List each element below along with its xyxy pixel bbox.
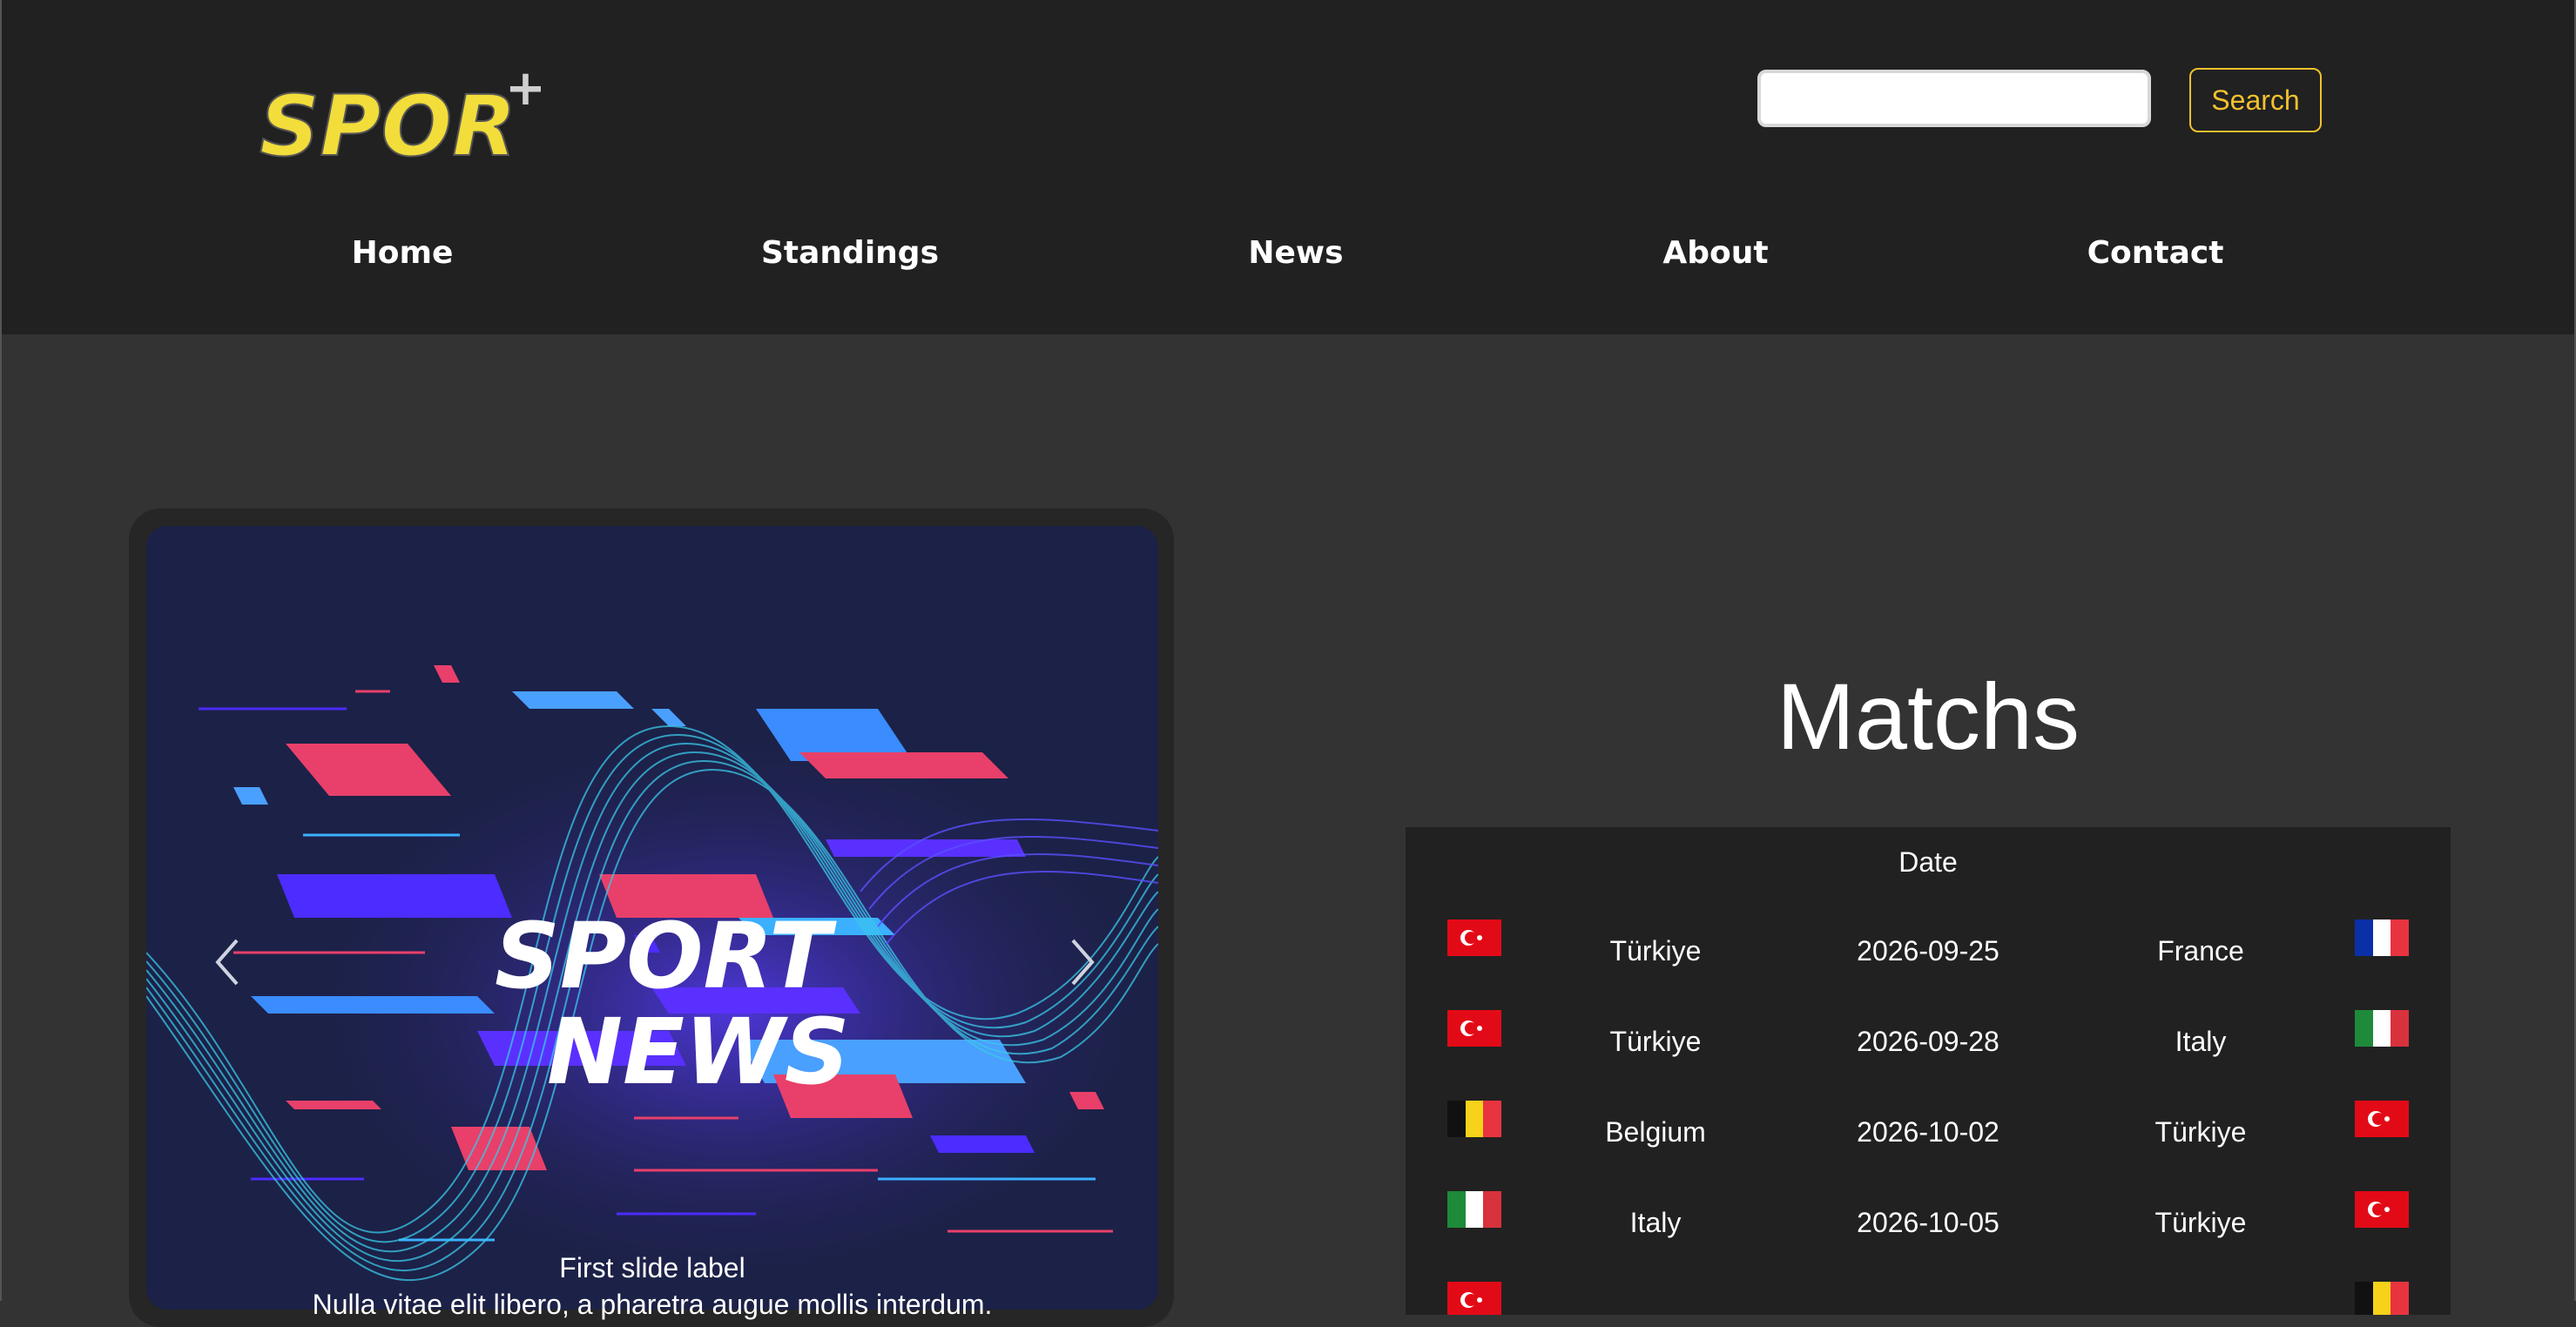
svg-text:NEWS: NEWS — [547, 999, 850, 1105]
sport-news-image: SPORT NEWS — [146, 526, 1158, 1310]
away-team: France — [2157, 935, 2244, 967]
match-row[interactable]: Italy 2026-10-05 Türkiye — [1406, 1153, 2451, 1243]
site-header: SPOR + Search Home Standings News About … — [0, 0, 2576, 334]
carousel-slide: SPORT NEWS — [146, 526, 1158, 1310]
nav-home[interactable]: Home — [352, 235, 454, 287]
away-team: Italy — [2175, 1026, 2227, 1057]
home-team: Türkiye — [1609, 1026, 1702, 1057]
site-logo[interactable]: SPOR + — [253, 61, 557, 165]
matches-table: Date Türkiye 2026-09-25 France Türkiye 2… — [1406, 827, 2451, 1315]
away-team: Türkiye — [2155, 1207, 2247, 1238]
carousel-prev-icon[interactable] — [206, 932, 249, 993]
match-row[interactable]: Türkiye 2026-09-28 Italy — [1406, 972, 2451, 1062]
nav-news[interactable]: News — [1248, 235, 1343, 287]
turkey-flag-icon — [2355, 1101, 2409, 1137]
match-row[interactable] — [1406, 1243, 2451, 1315]
match-date: 2026-09-28 — [1857, 1026, 1999, 1057]
france-flag-icon — [2355, 919, 2409, 956]
nav-about[interactable]: About — [1662, 235, 1768, 287]
belgium-flag-icon — [1447, 1101, 1501, 1137]
match-date: 2026-10-02 — [1857, 1116, 1999, 1148]
away-team: Türkiye — [2155, 1116, 2247, 1148]
svg-text:+: + — [505, 61, 546, 117]
svg-text:SPORT: SPORT — [495, 903, 837, 1009]
carousel-caption-text: Nulla vitae elit libero, a pharetra augu… — [312, 1289, 993, 1320]
matches-title: Matchs — [1776, 664, 2080, 769]
nav-contact[interactable]: Contact — [2087, 235, 2224, 287]
match-row[interactable]: Belgium 2026-10-02 Türkiye — [1406, 1062, 2451, 1153]
search-input[interactable] — [1757, 70, 2151, 127]
home-team: Belgium — [1605, 1116, 1706, 1148]
turkey-flag-icon — [1447, 1010, 1501, 1047]
italy-flag-icon — [1447, 1191, 1501, 1228]
date-column-header: Date — [1898, 846, 1958, 878]
turkey-flag-icon — [1447, 919, 1501, 956]
italy-flag-icon — [2355, 1010, 2409, 1047]
match-row[interactable]: Türkiye 2026-09-25 France — [1406, 881, 2451, 972]
match-date: 2026-09-25 — [1857, 935, 1999, 967]
turkey-flag-icon — [2355, 1191, 2409, 1228]
home-team: Italy — [1629, 1207, 1682, 1238]
carousel-next-icon[interactable] — [1061, 932, 1104, 993]
home-team: Türkiye — [1609, 935, 1702, 967]
match-date: 2026-10-05 — [1857, 1207, 1999, 1238]
svg-text:SPOR: SPOR — [260, 77, 516, 165]
nav-standings[interactable]: Standings — [761, 235, 939, 287]
carousel-caption-label: First slide label — [559, 1252, 745, 1283]
search-button[interactable]: Search — [2189, 68, 2322, 132]
turkey-flag-icon — [1447, 1282, 1501, 1315]
belgium-flag-icon — [2355, 1282, 2409, 1315]
